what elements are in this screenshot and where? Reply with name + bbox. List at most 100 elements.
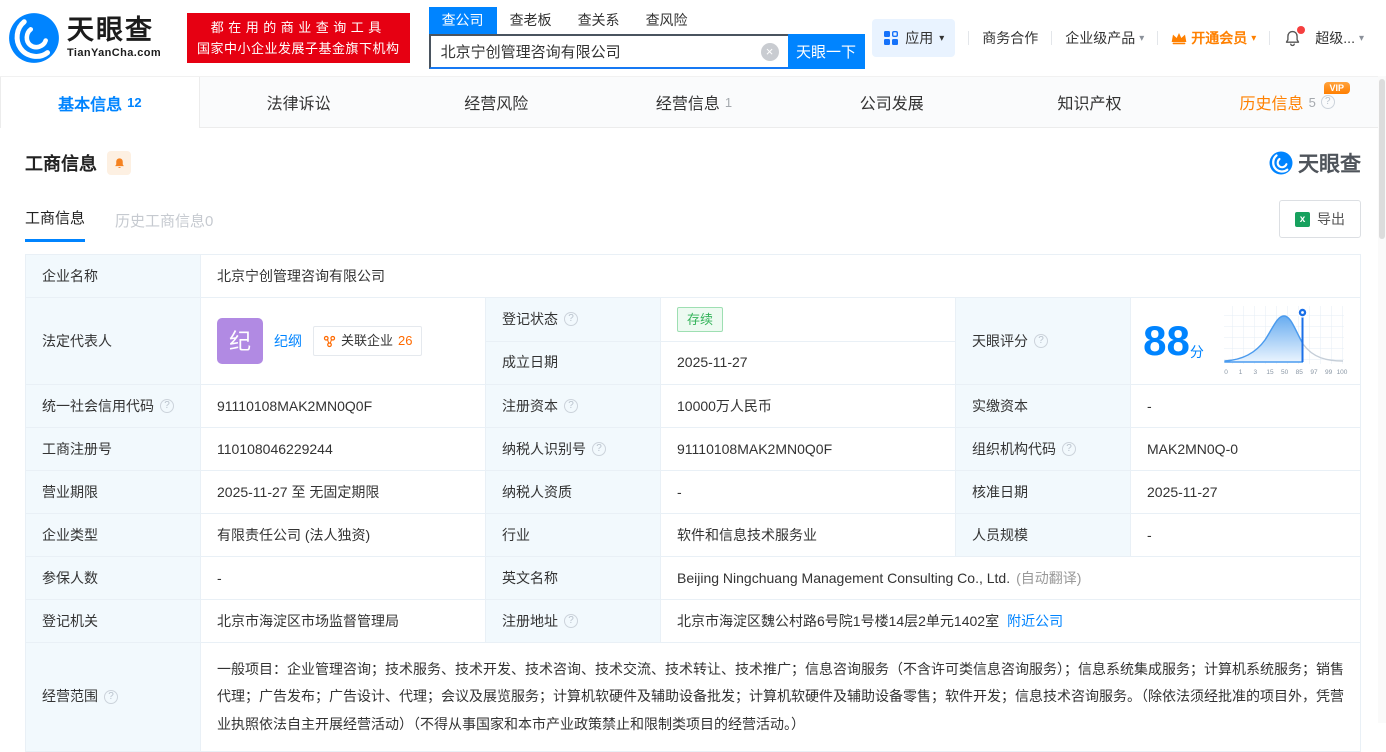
notification-bell[interactable] [1283, 25, 1306, 48]
tab-label: 经营信息 [655, 96, 720, 113]
promo-banner: 都在用的商业查询工具 国家中小企业发展子基金旗下机构 [187, 13, 410, 63]
field-value-reg-status: 存续 [661, 298, 956, 342]
help-icon[interactable]: ? [104, 689, 118, 704]
related-companies-badge[interactable]: 关联企业 26 [313, 326, 423, 356]
field-label-taxpayer-id: 纳税人识别号 ? [486, 428, 661, 471]
search-block: 查公司 查老板 查关系 查风险 × 天眼一下 [428, 7, 865, 69]
nav-account[interactable]: 超级... ▾ [1315, 28, 1364, 48]
subtab-history-business-info[interactable]: 历史工商信息0 [115, 210, 213, 242]
org-network-icon [323, 335, 336, 347]
tab-label: 历史信息 [1239, 96, 1304, 113]
field-label-reg-status: 登记状态 ? [486, 298, 661, 342]
top-header: 天眼查 TianYanCha.com 都在用的商业查询工具 国家中小企业发展子基… [0, 0, 1386, 76]
field-value-insured-count: - [201, 557, 486, 600]
chevron-down-icon: ▾ [939, 32, 945, 44]
field-label-business-scope: 经营范围 ? [26, 643, 201, 752]
tab-operating-risk[interactable]: 经营风险 [397, 77, 595, 127]
label-text: 注册资本 [502, 397, 558, 414]
field-value-taxpayer-quality: - [661, 471, 956, 514]
field-value-taxpayer-id: 91110108MAK2MN0Q0F [661, 428, 956, 471]
field-label-company-type: 企业类型 [26, 514, 201, 557]
vip-badge: VIP [1323, 82, 1351, 94]
nav-divider [1157, 31, 1159, 45]
top-nav: 应用 ▾ 商务合作 企业级产品 ▾ 开通会员 ▾ 超级... ▾ [872, 19, 1364, 57]
field-label-industry: 行业 [486, 514, 661, 557]
crown-icon [1171, 33, 1187, 45]
field-value-reg-capital: 10000万人民币 [661, 385, 956, 428]
field-value-legal-rep: 纪 纪纲 关联企业 26 [201, 298, 486, 385]
scrollbar-thumb[interactable] [1379, 79, 1385, 239]
score-unit: 分 [1189, 343, 1204, 360]
field-label-reg-authority: 登记机关 [26, 600, 201, 643]
field-value-business-term: 2025-11-27 至 无固定期限 [201, 471, 486, 514]
legal-rep-avatar[interactable]: 纪 [217, 318, 263, 364]
field-label-company-name: 企业名称 [26, 255, 201, 298]
apps-grid-icon [884, 31, 899, 45]
field-label-english-name: 英文名称 [486, 557, 661, 600]
nearby-companies-link[interactable]: 附近公司 [1007, 611, 1063, 632]
section-title: 工商信息 [25, 154, 97, 174]
tab-basic-info[interactable]: 基本信息 12 [0, 77, 200, 128]
svg-text:50: 50 [1281, 369, 1289, 376]
help-icon[interactable]: ? [1320, 95, 1335, 109]
scrollbar[interactable] [1378, 76, 1386, 723]
field-label-score: 天眼评分 ? [956, 298, 1131, 385]
svg-text:3: 3 [1253, 369, 1257, 376]
help-icon[interactable]: ? [564, 614, 578, 628]
subtab-business-info[interactable]: 工商信息 [25, 207, 86, 242]
notification-dot [1297, 25, 1306, 34]
tab-legal-litigation[interactable]: 法律诉讼 [200, 77, 398, 127]
search-input[interactable] [430, 43, 761, 60]
company-section-tabs: 基本信息 12 法律诉讼 经营风险 经营信息 1 公司发展 知识产权 VIP 历… [0, 76, 1386, 128]
search-tab-relation[interactable]: 查关系 [565, 7, 633, 34]
tab-history-info[interactable]: VIP 历史信息 5 ? [1188, 77, 1386, 127]
field-value-company-type: 有限责任公司 (法人独资) [201, 514, 486, 557]
search-tab-boss[interactable]: 查老板 [497, 7, 565, 34]
field-value-score: 88 分 0 1 3 15 50 85 97 99 100 [1131, 298, 1361, 385]
clear-search-icon[interactable]: × [760, 42, 779, 61]
tab-count: 12 [127, 95, 142, 110]
tianyancha-logo[interactable]: 天眼查 TianYanCha.com [8, 12, 161, 64]
tab-intellectual-property[interactable]: 知识产权 [991, 77, 1189, 127]
search-tab-company[interactable]: 查公司 [428, 7, 497, 34]
apps-menu[interactable]: 应用 ▾ [872, 19, 956, 57]
field-label-reg-address: 注册地址 ? [486, 600, 661, 643]
label-text: 天眼评分 [972, 332, 1028, 349]
field-label-reg-number: 工商注册号 [26, 428, 201, 471]
tab-company-development[interactable]: 公司发展 [793, 77, 991, 127]
logo-name: 天眼查 [67, 15, 154, 45]
search-button[interactable]: 天眼一下 [787, 34, 865, 69]
svg-text:15: 15 [1266, 369, 1274, 376]
nav-open-membership[interactable]: 开通会员 ▾ [1171, 28, 1256, 48]
export-button[interactable]: x 导出 [1279, 200, 1361, 238]
related-companies-label: 关联企业 [341, 333, 394, 349]
legal-rep-name-link[interactable]: 纪纲 [274, 331, 302, 352]
search-tab-risk[interactable]: 查风险 [633, 7, 701, 34]
nav-cooperation[interactable]: 商务合作 [982, 28, 1038, 48]
help-icon[interactable]: ? [1034, 334, 1048, 348]
label-text: 登记状态 [502, 310, 558, 327]
help-icon[interactable]: ? [564, 399, 578, 413]
promo-line1: 都在用的商业查询工具 [210, 20, 386, 35]
nav-enterprise-products[interactable]: 企业级产品 ▾ [1065, 28, 1144, 48]
monitor-bell-button[interactable] [107, 151, 131, 175]
account-label: 超级... [1315, 30, 1355, 46]
field-value-english-name: Beijing Ningchuang Management Consulting… [661, 557, 1361, 600]
tab-operating-info[interactable]: 经营信息 1 [595, 77, 793, 127]
help-icon[interactable]: ? [1062, 442, 1076, 456]
related-companies-count: 26 [398, 333, 413, 349]
field-label-staff-size: 人员规模 [956, 514, 1131, 557]
help-icon[interactable]: ? [564, 312, 578, 327]
monitor-bell-icon [114, 157, 124, 168]
search-row: × 天眼一下 [428, 34, 865, 69]
field-value-org-code: MAK2MN0Q-0 [1131, 428, 1361, 471]
field-label-org-code: 组织机构代码 ? [956, 428, 1131, 471]
svg-text:85: 85 [1296, 369, 1304, 376]
help-icon[interactable]: ? [160, 399, 174, 413]
score-axis-labels: 0 1 3 15 50 85 97 99 100 [1224, 369, 1348, 376]
help-icon[interactable]: ? [592, 442, 606, 456]
field-label-legal-rep: 法定代表人 [26, 298, 201, 385]
tab-label: 法律诉讼 [266, 96, 331, 113]
nav-divider [1269, 31, 1271, 45]
address-text: 北京市海淀区魏公村路6号院1号楼14层2单元1402室 [677, 612, 1000, 629]
